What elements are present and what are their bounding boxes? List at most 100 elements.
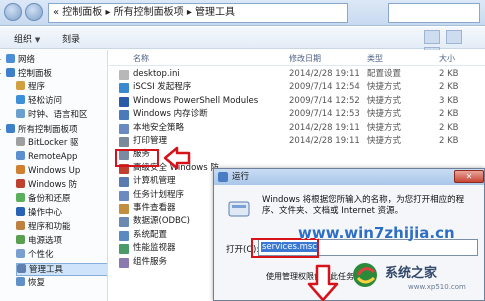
nav-item-label: 控制面板 xyxy=(18,69,53,79)
run-description: Windows 将根据您所输入的名称，为您打开相应的程序、文件夹、文档或 Int… xyxy=(262,195,465,216)
nav-item-label: 操作中心 xyxy=(28,208,63,218)
power-icon xyxy=(16,235,25,244)
powershell-icon xyxy=(119,97,129,107)
organize-menu[interactable]: 组织 ▼ xyxy=(14,32,40,45)
file-name: Windows PowerShell Modules xyxy=(133,96,259,106)
nav-item[interactable]: ▸网络 xyxy=(0,53,107,66)
nav-item-label: 程序和功能 xyxy=(28,222,71,232)
organize-label: 组织 xyxy=(14,35,33,45)
sysconfig-icon xyxy=(119,231,129,241)
file-row[interactable]: Windows 内存诊断 2009/7/14 12:53 快捷方式 2 KB xyxy=(109,108,485,121)
network-icon xyxy=(6,54,15,63)
watermark-brand-url: www.xp510.com xyxy=(408,283,466,291)
programs-icon xyxy=(16,221,25,230)
personalize-icon xyxy=(16,249,25,258)
nav-item[interactable]: 程序和功能 xyxy=(16,221,107,234)
nav-item-label: 网络 xyxy=(18,55,36,65)
file-date: 2009/7/14 12:52 xyxy=(289,96,360,106)
nav-item[interactable]: 程序 xyxy=(16,81,107,94)
flag-icon xyxy=(16,207,25,216)
admin-tools-icon xyxy=(17,264,26,273)
column-size[interactable]: 大小 xyxy=(439,53,455,64)
file-name: desktop.ini xyxy=(133,69,180,79)
file-date: 2009/7/14 12:53 xyxy=(289,109,360,119)
file-row[interactable]: 本地安全策略 2014/2/28 19:11 快捷方式 2 KB xyxy=(109,122,485,135)
bitlocker-icon xyxy=(16,137,25,146)
file-name: 计算机管理 xyxy=(133,176,176,186)
file-type: 快捷方式 xyxy=(367,136,402,146)
search-input[interactable] xyxy=(388,3,480,23)
file-name: 组件服务 xyxy=(133,257,168,267)
nav-item[interactable]: ▸所有控制面板项 xyxy=(0,123,107,136)
accessibility-icon xyxy=(16,95,25,104)
navigation-pane: ▸网络▸控制面板程序轻松访问时钟、语言和区 ▸所有控制面板项 BitLocker 驱… xyxy=(0,50,108,301)
pointer-arrow-icon xyxy=(163,146,191,170)
control-panel-icon xyxy=(6,68,15,77)
file-size: 2 KB xyxy=(439,82,459,92)
close-button[interactable]: ✕ xyxy=(454,170,484,183)
file-type: 快捷方式 xyxy=(367,109,402,119)
file-type: 配置设置 xyxy=(367,69,402,79)
file-name: 任务计划程序 xyxy=(133,190,185,200)
column-date[interactable]: 修改日期 xyxy=(289,53,321,64)
preview-pane-icon[interactable] xyxy=(445,30,462,44)
file-date: 2009/7/14 12:54 xyxy=(289,82,360,92)
nav-item[interactable]: 时钟、语言和区 xyxy=(16,109,107,122)
nav-item[interactable]: BitLocker 驱 xyxy=(16,137,107,150)
nav-item-label: Windows 防 xyxy=(28,180,78,190)
nav-item-label: 轻松访问 xyxy=(28,96,63,106)
run-app-icon xyxy=(218,172,228,182)
print-icon xyxy=(119,137,129,147)
file-row[interactable]: iSCSI 发起程序 2009/7/14 12:54 快捷方式 2 KB xyxy=(109,81,485,94)
explorer-window: « 控制面板 ▸ 所有控制面板项 ▸ 管理工具 组织 ▼ 刻录 ▸网络▸控制面板… xyxy=(0,0,485,301)
nav-item[interactable]: 电源选项 xyxy=(16,235,107,248)
file-name: 数据源(ODBC) xyxy=(133,216,190,226)
nav-item[interactable]: 个性化 xyxy=(16,249,107,262)
firewall-icon xyxy=(16,179,25,188)
nav-item[interactable]: 恢复 xyxy=(16,277,107,290)
nav-item-label: Windows Up xyxy=(28,166,81,176)
back-button[interactable] xyxy=(4,3,22,21)
file-size: 2 KB xyxy=(439,69,459,79)
programs-icon xyxy=(16,81,25,90)
component-services-icon xyxy=(119,258,129,268)
file-date: 2014/2/28 19:11 xyxy=(289,69,360,79)
nav-item-label: BitLocker 驱 xyxy=(28,138,79,148)
nav-item[interactable]: 备份和还原 xyxy=(16,193,107,206)
nav-item[interactable]: ▸控制面板 xyxy=(0,67,107,80)
nav-item[interactable]: 管理工具 xyxy=(16,263,107,276)
nav-item[interactable]: Windows Up xyxy=(16,165,107,178)
nav-item[interactable]: 操作中心 xyxy=(16,207,107,220)
column-type[interactable]: 类型 xyxy=(367,53,383,64)
view-options-icon[interactable] xyxy=(424,30,440,44)
file-row[interactable]: Windows PowerShell Modules 2009/7/14 12:5… xyxy=(109,95,485,108)
brand-logo-icon xyxy=(353,263,377,287)
nav-item[interactable]: Windows 防 xyxy=(16,179,107,192)
burn-button[interactable]: 刻录 xyxy=(62,32,80,45)
nav-item[interactable]: 轻松访问 xyxy=(16,95,107,108)
clock-icon xyxy=(16,109,25,118)
file-row[interactable]: desktop.ini 2014/2/28 19:11 配置设置 2 KB xyxy=(109,68,485,81)
forward-button[interactable] xyxy=(25,3,43,21)
nav-item[interactable]: RemoteApp xyxy=(16,151,107,164)
view-controls xyxy=(421,30,481,61)
iscsi-icon xyxy=(119,83,129,93)
nav-item-label: RemoteApp xyxy=(28,152,78,162)
file-name: 本地安全策略 xyxy=(133,123,185,133)
file-size: 2 KB xyxy=(439,109,459,119)
pointer-down-arrow-icon xyxy=(307,264,339,301)
file-date: 2014/2/28 19:11 xyxy=(289,123,360,133)
watermark-brand: 系统之家 xyxy=(385,266,438,281)
address-bar[interactable]: « 控制面板 ▸ 所有控制面板项 ▸ 管理工具 xyxy=(48,3,348,23)
nav-item-label: 所有控制面板项 xyxy=(18,125,78,135)
nav-item-label: 备份和还原 xyxy=(28,194,71,204)
burn-label: 刻录 xyxy=(62,35,81,45)
file-size: 3 KB xyxy=(439,96,459,106)
title-bar: « 控制面板 ▸ 所有控制面板项 ▸ 管理工具 xyxy=(0,0,485,26)
column-name[interactable]: 名称 xyxy=(133,53,149,64)
nav-item-label: 恢复 xyxy=(28,278,46,288)
toolbar: 组织 ▼ 刻录 xyxy=(0,27,485,61)
control-panel-icon xyxy=(6,124,15,133)
run-dialog-titlebar: 运行 ✕ xyxy=(214,169,484,185)
watermark-url: www.win7zhijia.cn xyxy=(298,224,455,242)
